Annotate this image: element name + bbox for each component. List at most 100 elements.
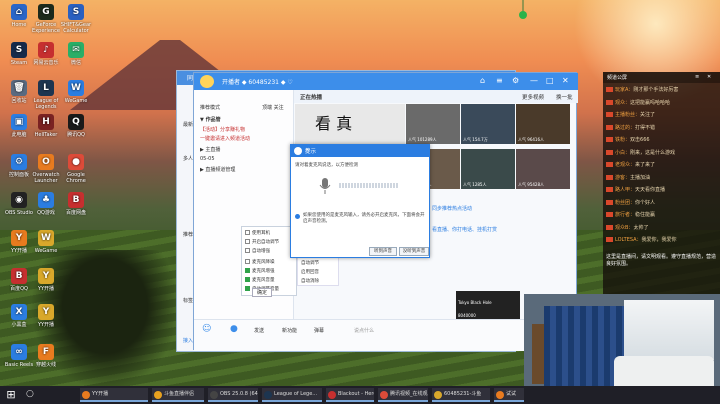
video-thumb[interactable]: 人气 154.7万 [461, 104, 515, 144]
mic-icon[interactable]: ● [230, 324, 238, 334]
left-row-2[interactable]: ▶ 主直播 [200, 146, 220, 153]
desktop-icon[interactable]: B 百度网盘 [59, 192, 93, 216]
menu-icon[interactable]: ≡ [496, 76, 503, 85]
option-1[interactable]: 开启自动调节 [245, 239, 279, 245]
desktop-icon[interactable]: ♪ 网易云音乐 [29, 42, 63, 66]
app-icon: ♣ [38, 192, 54, 208]
chat-user[interactable]: 路人甲： [615, 187, 635, 193]
left-row-4[interactable]: ▶ 直播频道管理 [200, 166, 235, 173]
desktop-icon[interactable]: Y YY开播 [29, 304, 63, 328]
user-level-badge [606, 187, 613, 192]
option-3[interactable]: 麦克风降噪 [245, 259, 275, 265]
tab-hot[interactable]: 正在热播 [300, 93, 322, 101]
desktop-icon[interactable]: O Overwatch Launcher [29, 154, 63, 184]
option-checkbox-0[interactable] [245, 230, 250, 235]
desktop-icon[interactable]: W WeGame [29, 230, 63, 254]
taskbar-app-icon [496, 391, 504, 399]
right-opt-1[interactable]: 启用回音 [301, 269, 319, 275]
extra-thumb[interactable]: Tokyo Black Hole 8040000 [456, 291, 520, 319]
desktop-icon-label: YY开播 [37, 286, 55, 292]
desktop-icon[interactable]: Y YY开播 [29, 268, 63, 292]
desktop-icon[interactable]: F 穿越火线 [29, 344, 63, 368]
desktop-icon[interactable]: ✉ 微信 [59, 42, 93, 66]
emoji-icon[interactable]: ☺ [202, 324, 211, 334]
video-thumb[interactable]: 人气 95428人 [516, 149, 570, 189]
right-label[interactable]: 顶端 关注 [262, 104, 284, 111]
option-checkbox-2[interactable] [245, 248, 250, 253]
option-2[interactable]: 自动增强 [245, 248, 270, 254]
search-icon[interactable]: ○ [26, 389, 38, 401]
chat-user[interactable]: 老观众： [615, 162, 635, 168]
option-0[interactable]: 使用耳机 [245, 230, 270, 236]
left-row-3[interactable]: 05-05 [200, 156, 215, 162]
chat-input-placeholder[interactable]: 说点什么 [354, 327, 374, 334]
chat-user[interactable]: 主播粉丝： [615, 112, 640, 118]
section-title[interactable]: ▼ 作品管 [200, 116, 221, 123]
chat-user[interactable]: 小白： [615, 150, 630, 156]
more-link[interactable]: 更多视频 [522, 93, 544, 101]
video-thumb[interactable]: 人气 101289人 [406, 104, 460, 144]
close-icon[interactable]: ✕ [562, 76, 569, 85]
taskbar-item[interactable]: 60485231-斗鱼 [432, 388, 490, 402]
taskbar-item[interactable]: 腾讯视频_在线观... [378, 388, 428, 402]
video-thumb[interactable]: 人气 96416人 [516, 104, 570, 144]
taskbar-item-label: 腾讯视频_在线观... [390, 391, 428, 397]
desktop-icon-label: YY开播 [10, 248, 28, 254]
option-5[interactable]: 麦克风音量 [245, 277, 275, 283]
chat-user[interactable]: 铁粉： [615, 137, 630, 143]
taskbar-item[interactable]: OBS 25.0.8 (64...) [208, 388, 258, 402]
heard-sound-button[interactable]: 听到声音 [369, 247, 397, 256]
left-row-0[interactable]: 【活动】分享赚礼物 [200, 126, 245, 133]
chat-user[interactable]: 路过的： [615, 125, 635, 131]
taskbar-item[interactable]: 斗鱼直播伴侣 [152, 388, 204, 402]
left-row-1[interactable]: 一键邀请进入频道活动 [200, 135, 250, 142]
right-opt-2[interactable]: 自动消除 [301, 278, 319, 284]
chat-menu-icon[interactable]: ≡ [695, 74, 699, 80]
option-4[interactable]: 麦克风增强 [245, 268, 275, 274]
option-checkbox-6[interactable] [245, 286, 250, 291]
app-icon: B [68, 192, 84, 208]
no-sound-button[interactable]: 没听到声音 [399, 247, 429, 256]
desktop-icon[interactable]: H HellTaker [29, 114, 63, 138]
taskbar-item[interactable]: 试试 [494, 388, 524, 402]
close-icon[interactable]: × [305, 147, 425, 153]
minimize-icon[interactable]: — [530, 76, 538, 85]
desktop-icon[interactable]: S SHIFT&Gear Calculator [59, 4, 93, 34]
desktop-icon-label: 回收站 [11, 98, 27, 104]
video-thumb[interactable]: 人气 1285人 [461, 149, 515, 189]
option-checkbox-1[interactable] [245, 239, 250, 244]
chat-user[interactable]: LOLTESA： [615, 237, 642, 243]
desktop-icon[interactable]: ● Google Chrome [59, 154, 93, 184]
desktop-icon[interactable]: Q 腾讯QQ [59, 114, 93, 138]
windows-start-icon[interactable]: ⊞ [0, 386, 22, 404]
chat-user[interactable]: 游客： [615, 175, 630, 181]
taskbar-item[interactable]: League of Lege... [262, 388, 322, 402]
options-ok-button[interactable]: 确定 [252, 288, 273, 297]
video-thumb[interactable]: 看 真 [295, 104, 405, 144]
taskbar: ⊞ ○ YY开播 斗鱼直播伴侣 OBS 25.0.8 (64...) League o… [0, 386, 720, 404]
bottom-btn-2[interactable]: 新功能 [282, 327, 297, 334]
chat-user[interactable]: 粉丝团： [615, 200, 635, 206]
chat-user[interactable]: 玩家A： [615, 87, 633, 93]
maximize-icon[interactable]: □ [546, 76, 554, 85]
desktop-icon[interactable]: G GeForce Experience [29, 4, 63, 34]
taskbar-item[interactable]: Blackout - Herd... [326, 388, 374, 402]
chat-user[interactable]: 观众B： [615, 225, 633, 231]
desktop-icon[interactable]: W WeGame [59, 80, 93, 104]
chat-user[interactable]: 观众： [615, 100, 630, 106]
chat-close-icon[interactable]: ✕ [707, 74, 711, 80]
option-checkbox-4[interactable] [245, 268, 250, 273]
desktop-icon[interactable]: ♣ QQ游戏 [29, 192, 63, 216]
chat-text: 我爱你，我爱你 [641, 237, 677, 243]
right-opt-0[interactable]: 自动调节 [301, 260, 319, 266]
home-icon[interactable]: ⌂ [480, 76, 485, 85]
refresh-link[interactable]: 换一批 [556, 93, 573, 101]
option-checkbox-5[interactable] [245, 277, 250, 282]
taskbar-item[interactable]: YY开播 [80, 388, 148, 402]
chat-user[interactable]: 旅行者： [615, 212, 635, 218]
bottom-btn-1[interactable]: 发送 [254, 327, 264, 334]
settings-icon[interactable]: ⚙ [512, 76, 519, 85]
option-checkbox-3[interactable] [245, 259, 250, 264]
desktop-icon[interactable]: L League of Legends [29, 80, 63, 110]
bottom-btn-3[interactable]: 弹幕 [314, 327, 324, 334]
